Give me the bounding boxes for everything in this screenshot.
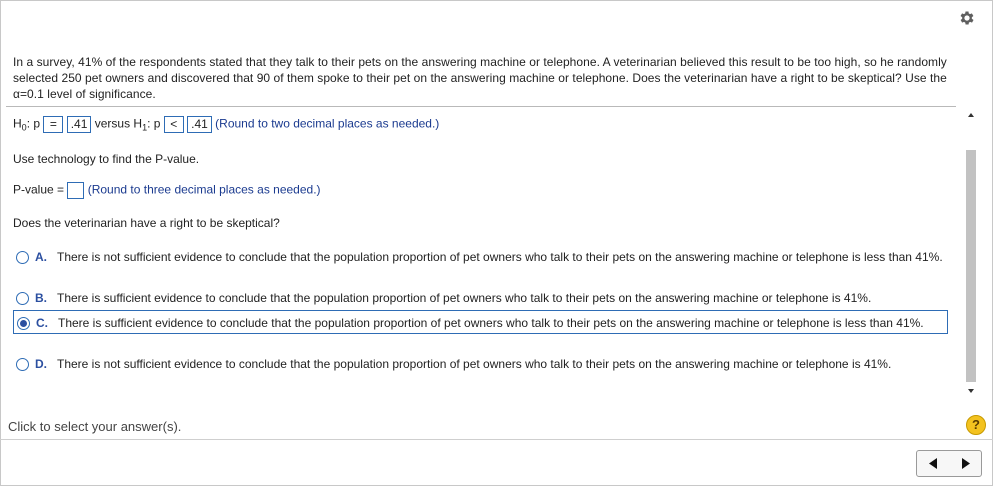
status-text: Click to select your answer(s). [8, 419, 182, 434]
pvalue-line: P-value = (Round to three decimal places… [13, 182, 321, 199]
previous-arrow-icon[interactable] [917, 451, 949, 476]
option-d-letter: D. [35, 357, 47, 371]
option-b-letter: B. [35, 291, 47, 305]
option-b[interactable]: B. There is sufficient evidence to concl… [13, 290, 948, 306]
answer-area: H0: p = .41 versus H1: p < .41 (Round to… [6, 108, 956, 398]
h1-operator-dropdown[interactable]: < [163, 116, 184, 133]
scroll-down-arrow-icon[interactable] [964, 384, 978, 398]
question-text: Does the veterinarian have a right to be… [13, 216, 280, 230]
pvalue-input[interactable] [67, 182, 85, 199]
option-c-radio[interactable] [17, 317, 30, 330]
footer-divider [0, 439, 993, 440]
option-a[interactable]: A. There is not sufficient evidence to c… [13, 249, 948, 265]
option-a-radio[interactable] [16, 251, 29, 264]
option-b-text: There is sufficient evidence to conclude… [57, 291, 872, 305]
option-d-radio[interactable] [16, 358, 29, 371]
settings-gear-icon[interactable] [958, 9, 976, 27]
option-a-letter: A. [35, 250, 47, 264]
option-d[interactable]: D. There is not sufficient evidence to c… [13, 356, 948, 372]
h0-label: H [13, 116, 22, 131]
scroll-thumb[interactable] [966, 150, 976, 382]
h1-parameter: : p [147, 116, 161, 131]
hypotheses-hint: (Round to two decimal places as needed.) [215, 116, 440, 131]
option-c[interactable]: C. There is sufficient evidence to concl… [13, 310, 948, 334]
help-button[interactable]: ? [966, 415, 986, 435]
pvalue-label: P-value = [13, 182, 65, 197]
problem-statement: In a survey, 41% of the respondents stat… [13, 55, 947, 101]
versus-h1-label: versus H [94, 116, 143, 131]
option-b-radio[interactable] [16, 292, 29, 305]
divider [6, 106, 956, 107]
h1-value-input[interactable]: .41 [187, 116, 212, 133]
option-a-text: There is not sufficient evidence to conc… [57, 250, 943, 264]
vertical-scrollbar[interactable] [964, 108, 978, 398]
hypotheses-line: H0: p = .41 versus H1: p < .41 (Round to… [13, 116, 439, 133]
h0-value-input[interactable]: .41 [66, 116, 92, 133]
navigation-buttons [916, 450, 982, 477]
next-arrow-icon[interactable] [950, 451, 982, 476]
h0-parameter: : p [26, 116, 41, 131]
h0-operator-dropdown[interactable]: = [43, 116, 64, 133]
option-c-text: There is sufficient evidence to conclude… [58, 316, 924, 330]
pvalue-hint: (Round to three decimal places as needed… [87, 182, 321, 197]
option-d-text: There is not sufficient evidence to conc… [57, 357, 892, 371]
option-c-letter: C. [36, 316, 48, 330]
pvalue-instruction: Use technology to find the P-value. [13, 152, 200, 166]
scroll-up-arrow-icon[interactable] [964, 108, 978, 122]
